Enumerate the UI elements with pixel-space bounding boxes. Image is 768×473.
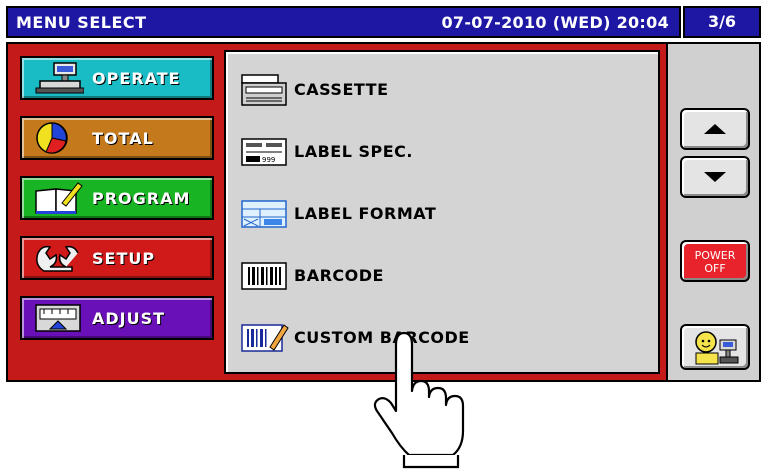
menu-item-label-format[interactable]: LABEL FORMAT <box>240 192 640 236</box>
operator-icon <box>695 331 739 365</box>
label-spec-icon: 999 <box>241 138 287 166</box>
wrench-icon <box>36 245 79 272</box>
operator-button[interactable] <box>680 324 750 370</box>
arrow-up-icon <box>704 124 726 134</box>
pointing-hand-icon <box>373 331 465 469</box>
category-program-button[interactable]: PROGRAM <box>20 176 214 220</box>
category-label: PROGRAM <box>92 189 191 208</box>
power-label-line2: OFF <box>704 262 726 275</box>
scale-icon <box>35 62 84 94</box>
category-operate-button[interactable]: OPERATE <box>20 56 214 100</box>
category-label: OPERATE <box>92 69 181 88</box>
category-label: SETUP <box>92 249 156 268</box>
adjust-gauge-icon <box>35 304 81 332</box>
category-setup-button[interactable]: SETUP <box>20 236 214 280</box>
menu-item-label: BARCODE <box>294 266 384 285</box>
title-bar: MENU SELECT 07-07-2010 (WED) 20:04 3/6 <box>6 6 761 38</box>
menu-frame: OPERATE TOTAL PROGRAM SETUP ADJUST CASSE… <box>6 42 668 382</box>
menu-item-label-spec[interactable]: 999 LABEL SPEC. <box>240 130 640 174</box>
menu-item-barcode[interactable]: BARCODE <box>240 254 640 298</box>
page-indicator: 3/6 <box>683 6 761 38</box>
arrow-down-icon <box>704 172 726 182</box>
power-label-line1: POWER <box>694 249 736 262</box>
scroll-down-button[interactable] <box>680 156 750 198</box>
menu-item-label: LABEL SPEC. <box>294 142 413 161</box>
category-panel: OPERATE TOTAL PROGRAM SETUP ADJUST <box>14 50 222 374</box>
screen-title: MENU SELECT <box>16 13 147 32</box>
custom-barcode-icon <box>241 324 289 352</box>
category-total-button[interactable]: TOTAL <box>20 116 214 160</box>
side-panel: POWER OFF <box>668 42 761 382</box>
cassette-icon <box>241 74 287 106</box>
category-label: ADJUST <box>92 309 166 328</box>
pie-chart-icon <box>36 122 68 154</box>
svg-text:999: 999 <box>262 156 275 164</box>
date-time: 07-07-2010 (WED) 20:04 <box>441 13 669 32</box>
book-pen-icon <box>35 182 83 214</box>
menu-item-cassette[interactable]: CASSETTE <box>240 68 640 112</box>
menu-item-label: LABEL FORMAT <box>294 204 437 223</box>
title-bar-main: MENU SELECT 07-07-2010 (WED) 20:04 <box>6 6 681 38</box>
menu-item-label: CASSETTE <box>294 80 389 99</box>
barcode-icon <box>241 262 287 290</box>
power-off-button[interactable]: POWER OFF <box>680 240 750 282</box>
label-format-icon <box>241 200 287 228</box>
category-label: TOTAL <box>92 129 154 148</box>
category-adjust-button[interactable]: ADJUST <box>20 296 214 340</box>
scroll-up-button[interactable] <box>680 108 750 150</box>
